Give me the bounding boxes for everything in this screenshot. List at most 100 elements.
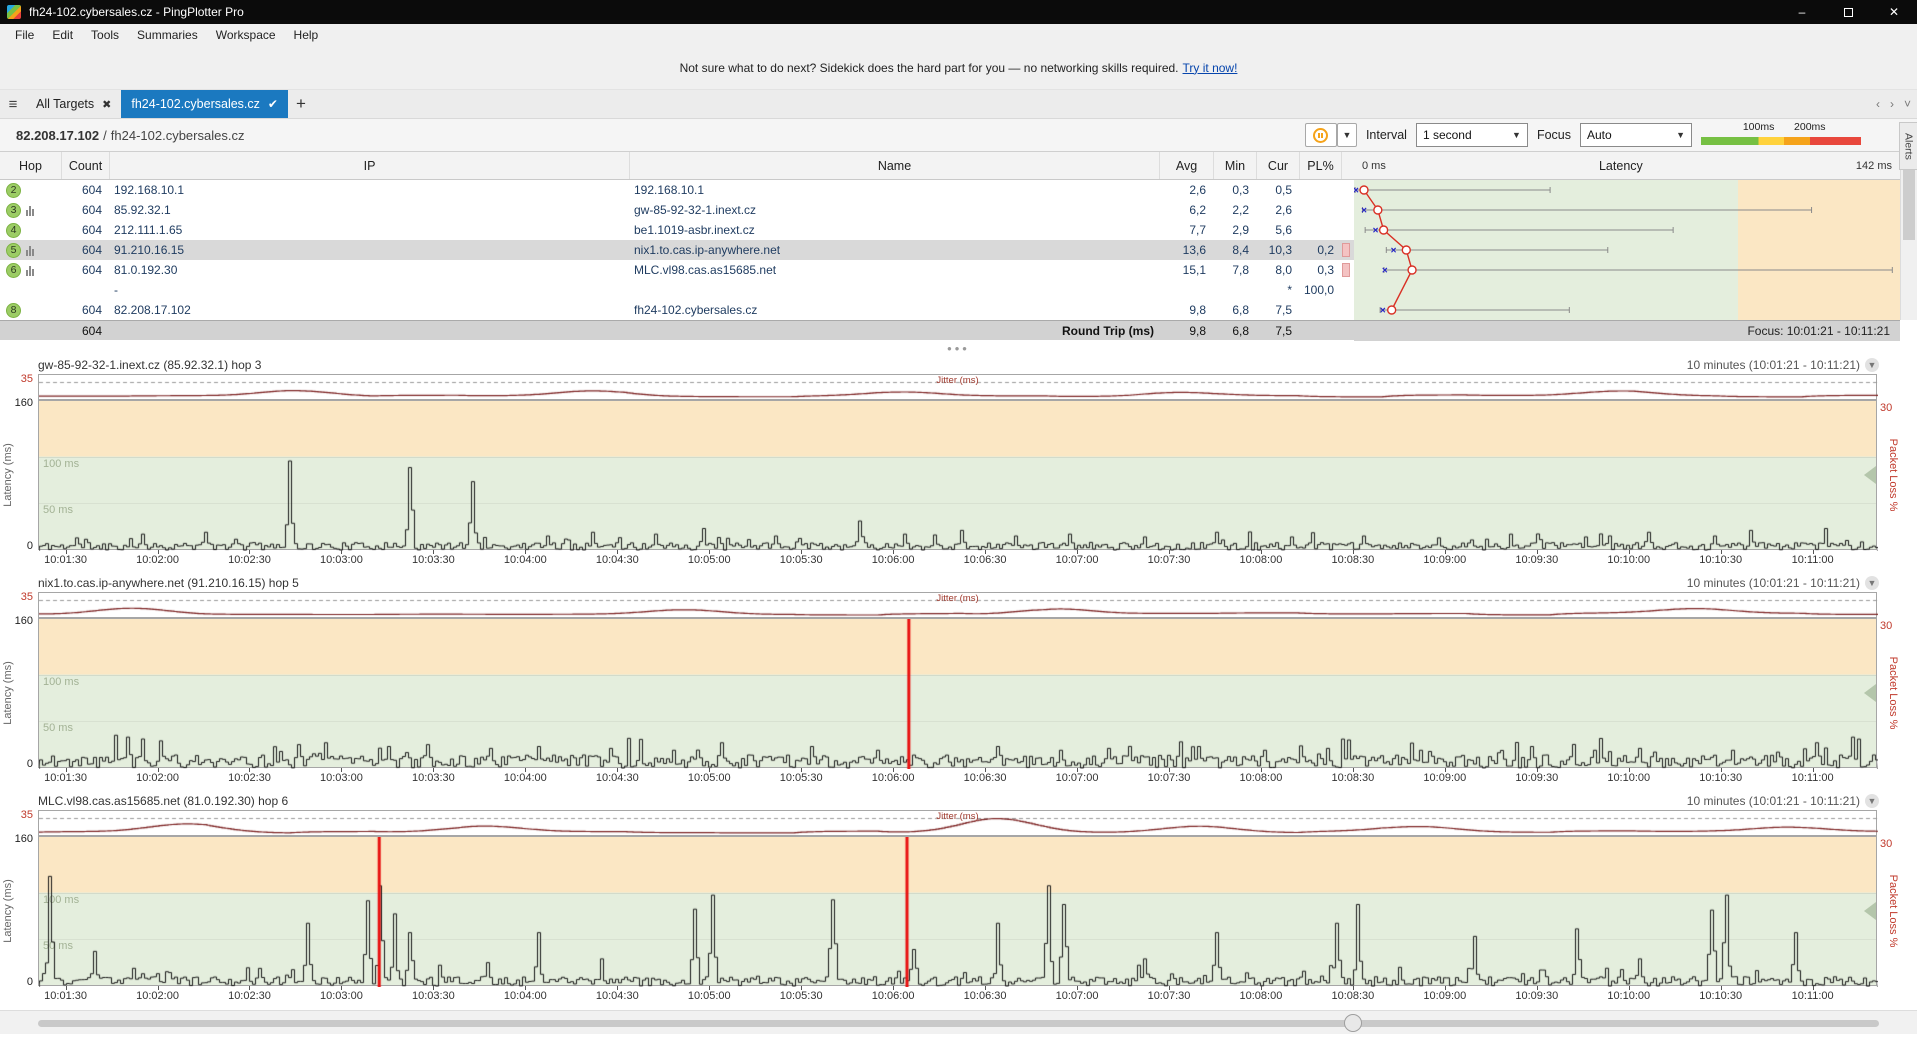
time-label: 10:03:00	[320, 990, 363, 1002]
cell-avg: 6,2	[1160, 203, 1214, 217]
time-label: 10:02:00	[136, 990, 179, 1002]
xaxis-row: 10:01:3010:02:0010:02:3010:03:0010:03:30…	[0, 768, 1917, 785]
graph-title: MLC.vl98.cas.as15685.net (81.0.192.30) h…	[38, 794, 288, 808]
time-label: 10:09:00	[1423, 990, 1466, 1002]
tab-scroll-right-icon[interactable]: ›	[1890, 97, 1894, 111]
menu-edit[interactable]: Edit	[43, 26, 82, 44]
rt-avg: 9,8	[1160, 324, 1214, 338]
xaxis-row: 10:01:3010:02:0010:02:3010:03:0010:03:30…	[0, 986, 1917, 1003]
tab-all-targets[interactable]: All Targets ✖	[26, 90, 121, 118]
jitter-right-gutter	[1877, 374, 1917, 400]
menu-help[interactable]: Help	[285, 26, 328, 44]
graph-header: MLC.vl98.cas.as15685.net (81.0.192.30) h…	[0, 792, 1917, 810]
cell-cur: 8,0	[1257, 263, 1300, 277]
maximize-button[interactable]	[1825, 0, 1871, 24]
tab-scroll-arrows[interactable]: ‹ › ˅	[1876, 90, 1911, 118]
cell-name: be1.1019-asbr.inext.cz	[630, 223, 1160, 237]
time-label: 10:08:30	[1331, 990, 1374, 1002]
plot-row: 1600Latency (ms)100 ms50 ms30Packet Loss…	[0, 836, 1917, 986]
menu-summaries[interactable]: Summaries	[128, 26, 207, 44]
minimize-button[interactable]: –	[1779, 0, 1825, 24]
target-hostname: fh24-102.cybersales.cz	[111, 128, 245, 143]
pause-dropdown-button[interactable]: ▼	[1337, 123, 1357, 147]
splitter-handle[interactable]: •••	[0, 340, 1917, 356]
jitter-max-label: 35	[21, 373, 33, 385]
hamburger-menu-icon[interactable]: ≡	[0, 90, 26, 118]
new-tab-button[interactable]: +	[288, 90, 314, 118]
tab-list-dropdown-icon[interactable]: ˅	[1904, 97, 1911, 111]
packet-loss-axis-title: Packet Loss %	[1887, 875, 1899, 948]
jitter-strip: Jitter (ms)	[38, 810, 1877, 836]
table-vertical-scrollbar[interactable]: ▲	[1900, 152, 1917, 320]
time-label: 10:01:30	[44, 554, 87, 566]
cell-avg: 9,8	[1160, 303, 1214, 317]
pause-button[interactable]	[1305, 123, 1337, 147]
menu-file[interactable]: File	[6, 26, 43, 44]
menu-tools[interactable]: Tools	[82, 26, 128, 44]
scrollbar-round-thumb[interactable]	[1344, 1014, 1362, 1032]
cell-pl: 100,0	[1300, 283, 1342, 297]
cell-min: 7,8	[1214, 263, 1257, 277]
timeline-horizontal-scrollbar[interactable]	[0, 1010, 1917, 1034]
col-name: Name	[630, 152, 1160, 179]
latency-axis-title: Latency (ms)	[2, 879, 14, 943]
cell-count: 604	[62, 243, 110, 257]
graph-range-selector[interactable]: 10 minutes (10:01:21 - 10:11:21)▼	[1687, 576, 1913, 590]
time-label: 10:06:30	[964, 554, 1007, 566]
jitter-label: Jitter (ms)	[936, 593, 978, 604]
trace-row-hop-3[interactable]: 360485.92.32.1gw-85-92-32-1.inext.cz6,22…	[0, 200, 1900, 220]
plot-row: 1600Latency (ms)100 ms50 ms30Packet Loss…	[0, 400, 1917, 550]
chevron-down-icon[interactable]: ▼	[1865, 794, 1879, 808]
y-max-label: 160	[15, 397, 33, 409]
x-left-gutter	[0, 768, 38, 785]
time-label: 10:05:30	[780, 772, 823, 784]
time-label: 10:05:00	[688, 990, 731, 1002]
trace-row-hop-unknown[interactable]: -*100,0	[0, 280, 1900, 300]
trace-row-hop-6[interactable]: 660481.0.192.30MLC.vl98.cas.as15685.net1…	[0, 260, 1900, 280]
latency-plot: 100 ms50 ms	[38, 836, 1877, 986]
time-label: 10:02:30	[228, 554, 271, 566]
cell-avg: 7,7	[1160, 223, 1214, 237]
menu-workspace[interactable]: Workspace	[207, 26, 285, 44]
latency-graph-cell	[1354, 220, 1900, 240]
trace-row-hop-5[interactable]: 560491.210.16.15nix1.to.cas.ip-anywhere.…	[0, 240, 1900, 260]
time-label: 10:07:00	[1056, 772, 1099, 784]
tab-target-active[interactable]: fh24-102.cybersales.cz ✔	[121, 90, 288, 118]
cell-avg: 15,1	[1160, 263, 1214, 277]
latency-graph-cell	[1354, 300, 1900, 320]
hop-badge: 8	[6, 303, 21, 318]
try-it-now-link[interactable]: Try it now!	[1183, 61, 1238, 75]
hop-cell: 3	[0, 200, 62, 220]
scrollbar-track[interactable]	[38, 1020, 1879, 1027]
title-bar: fh24-102.cybersales.cz - PingPlotter Pro…	[0, 0, 1917, 24]
close-button[interactable]: ✕	[1871, 0, 1917, 24]
tab-scroll-left-icon[interactable]: ‹	[1876, 97, 1880, 111]
chevron-down-icon[interactable]: ▼	[1865, 358, 1879, 372]
tab-close-icon[interactable]: ✖	[102, 98, 111, 111]
cell-ip: 81.0.192.30	[110, 263, 630, 277]
jitter-right-gutter	[1877, 810, 1917, 836]
time-label: 10:06:00	[872, 990, 915, 1002]
interval-select[interactable]: 1 second ▼	[1416, 123, 1528, 147]
trace-row-hop-4[interactable]: 4604212.111.1.65be1.1019-asbr.inext.cz7,…	[0, 220, 1900, 240]
latency-bars-canvas	[39, 401, 1878, 551]
trace-row-hop-8[interactable]: 860482.208.17.102fh24-102.cybersales.cz9…	[0, 300, 1900, 320]
pl-indicator-cell	[1342, 263, 1354, 277]
graph-range-selector[interactable]: 10 minutes (10:01:21 - 10:11:21)▼	[1687, 358, 1913, 372]
time-label: 10:10:30	[1699, 772, 1742, 784]
interval-value: 1 second	[1423, 128, 1472, 142]
chevron-down-icon[interactable]: ▼	[1865, 576, 1879, 590]
graph-range-selector[interactable]: 10 minutes (10:01:21 - 10:11:21)▼	[1687, 794, 1913, 808]
hop-badge: 2	[6, 183, 21, 198]
focus-select[interactable]: Auto ▼	[1580, 123, 1692, 147]
time-label: 10:02:00	[136, 772, 179, 784]
hop-badge: 4	[6, 223, 21, 238]
time-label: 10:03:00	[320, 554, 363, 566]
trace-row-hop-2[interactable]: 2604192.168.10.1192.168.10.12,60,30,5	[0, 180, 1900, 200]
latency-graph-cell	[1354, 180, 1900, 200]
alerts-side-tab[interactable]: Alerts	[1899, 122, 1917, 170]
time-label: 10:09:30	[1515, 554, 1558, 566]
packet-loss-axis: 30Packet Loss %	[1877, 618, 1917, 768]
scrollbar-thumb[interactable]	[1903, 170, 1915, 240]
latency-plot: 100 ms50 ms	[38, 400, 1877, 550]
